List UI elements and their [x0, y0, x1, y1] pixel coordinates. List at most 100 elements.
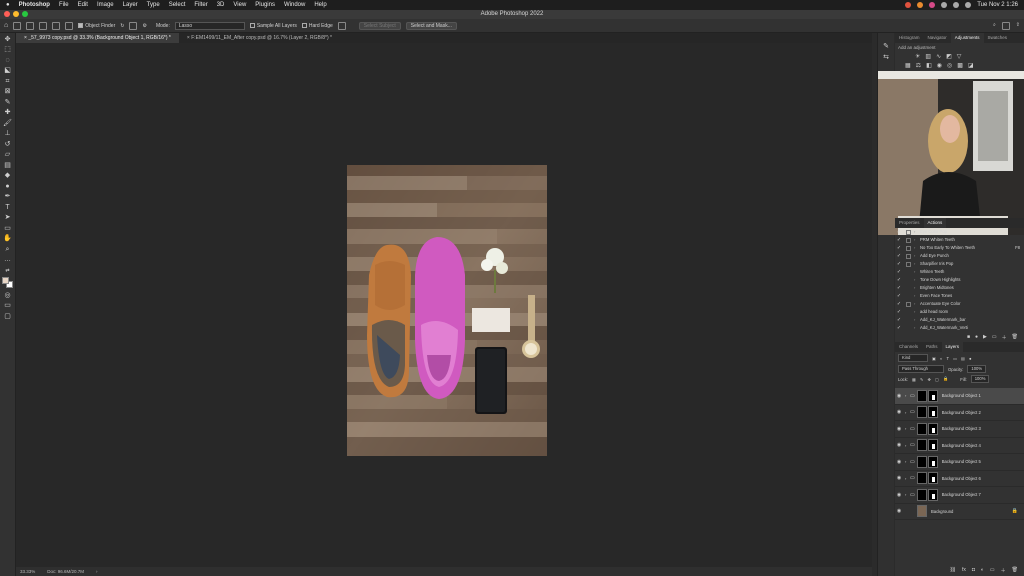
visibility-eye-icon[interactable]: ◉: [895, 393, 903, 399]
refresh-icon[interactable]: ↻: [120, 23, 124, 29]
action-item[interactable]: ✓ › Add_KJ_Watermark_Verti: [895, 324, 1024, 332]
layer-row[interactable]: ◉ › ▭ Background Object 7: [895, 487, 1024, 504]
action-item[interactable]: ✓ › PRM Whiten Teeth: [895, 236, 1024, 244]
search-icon[interactable]: ⌕: [993, 22, 996, 30]
action-enabled-check[interactable]: ✓: [895, 252, 903, 260]
tab-layers[interactable]: Layers: [941, 342, 964, 352]
layer-name[interactable]: Background Object 5: [942, 459, 981, 464]
brush-tool-icon[interactable]: 🖌: [3, 120, 13, 128]
visibility-eye-icon[interactable]: ◉: [895, 409, 903, 415]
exposure-icon[interactable]: ◩: [946, 53, 952, 60]
channel-mixer-icon[interactable]: ◎: [947, 62, 952, 69]
filter-toggle-icon[interactable]: ●: [969, 356, 972, 361]
object-selection-tool-icon[interactable]: ⬕: [3, 67, 13, 75]
status-app-icon[interactable]: [929, 2, 936, 8]
new-action-icon[interactable]: ＋: [1002, 334, 1007, 341]
clone-stamp-tool-icon[interactable]: ⊥: [3, 130, 13, 138]
layer-row[interactable]: ◉ › ▭ Background Object 4: [895, 438, 1024, 454]
menu-edit[interactable]: Edit: [78, 2, 88, 8]
visibility-eye-icon[interactable]: ◉: [895, 459, 903, 465]
blur-tool-icon[interactable]: ◆: [3, 172, 13, 180]
layer-name[interactable]: Background Object 4: [942, 443, 981, 448]
move-tool-icon[interactable]: ✥: [3, 36, 13, 44]
record-action-icon[interactable]: ●: [975, 334, 978, 341]
layer-row[interactable]: ◉ Background 🔒: [895, 504, 1024, 520]
eraser-tool-icon[interactable]: ▱: [3, 151, 13, 159]
menu-plugins[interactable]: Plugins: [255, 2, 275, 8]
pen-tool-icon[interactable]: ✒: [3, 193, 13, 201]
action-item[interactable]: ✓ › Add_KJ_Watermark_bar: [895, 316, 1024, 324]
filter-shape-icon[interactable]: ▭: [953, 356, 957, 361]
layer-row[interactable]: ◉ › ▭ Background Object 3: [895, 421, 1024, 438]
pressure-icon[interactable]: [337, 21, 346, 30]
layer-name[interactable]: Background Object 2: [942, 410, 981, 415]
menu-type[interactable]: Type: [147, 2, 160, 8]
stop-action-icon[interactable]: ■: [967, 334, 970, 341]
visibility-eye-icon[interactable]: ◉: [895, 442, 903, 448]
action-dialog-toggle[interactable]: [906, 261, 911, 267]
visibility-eye-icon[interactable]: ◉: [895, 508, 903, 514]
action-item[interactable]: ✓ › Even Face Tones: [895, 292, 1024, 300]
layer-row[interactable]: ◉ › ▭ Background Object 6: [895, 471, 1024, 487]
tab-properties[interactable]: Properties: [895, 218, 924, 228]
menu-window[interactable]: Window: [284, 2, 305, 8]
mode-select[interactable]: Lasso: [174, 21, 245, 30]
new-group-icon[interactable]: ▭: [990, 567, 995, 574]
action-item[interactable]: ✓ › Sharpifier Iris Pop: [895, 260, 1024, 268]
action-enabled-check[interactable]: ✓: [895, 268, 903, 276]
zoom-window-button[interactable]: [22, 11, 28, 17]
history-brush-tool-icon[interactable]: ↺: [3, 141, 13, 149]
menubar-clock[interactable]: Tue Nov 2 1:26: [977, 2, 1018, 8]
select-and-mask-button[interactable]: Select and Mask...: [405, 21, 457, 30]
lock-artboard-icon[interactable]: ▢: [935, 377, 939, 382]
lock-transparent-icon[interactable]: ▦: [912, 377, 916, 382]
object-finder-checkbox[interactable]: [78, 22, 84, 28]
action-enabled-check[interactable]: ✓: [895, 324, 903, 332]
action-enabled-check[interactable]: ✓: [895, 260, 903, 268]
tab-channels[interactable]: Channels: [895, 342, 922, 352]
action-dialog-toggle[interactable]: [906, 237, 911, 243]
new-selection-icon[interactable]: [26, 21, 35, 30]
menu-app-name[interactable]: Photoshop: [19, 2, 50, 8]
action-item[interactable]: ✓ › Accentuate Eye Color: [895, 300, 1024, 308]
fill-field[interactable]: 100%: [970, 375, 990, 383]
select-subject-button[interactable]: Select Subject: [358, 21, 401, 30]
lasso-tool-icon[interactable]: ◌: [3, 57, 13, 65]
intersect-selection-icon[interactable]: [65, 21, 74, 30]
new-set-icon[interactable]: ▭: [992, 334, 997, 341]
layer-row[interactable]: ◉ › ▭ Background Object 5: [895, 454, 1024, 471]
action-item[interactable]: ✓ › Tone Down Highlights: [895, 276, 1024, 284]
action-item[interactable]: ✓ › Add Eye Punch: [895, 252, 1024, 260]
invert-icon[interactable]: ◪: [968, 62, 974, 69]
hard-edge-toggle[interactable]: Hard Edge: [301, 23, 333, 29]
search-icon[interactable]: [965, 2, 972, 8]
lock-pixels-icon[interactable]: ✎: [920, 377, 924, 382]
play-action-icon[interactable]: ▶: [983, 334, 987, 341]
lock-icon[interactable]: 🔒: [1012, 508, 1018, 514]
layer-name[interactable]: Background Object 6: [942, 476, 981, 481]
action-enabled-check[interactable]: ✓: [895, 236, 903, 244]
status-app-icon[interactable]: [917, 2, 924, 8]
new-adjustment-layer-icon[interactable]: ◐: [981, 567, 984, 574]
action-item[interactable]: ✓ › Brighten Midtones: [895, 284, 1024, 292]
brightness-icon[interactable]: ☀: [915, 53, 920, 60]
edit-toolbar-icon[interactable]: ▢: [3, 313, 13, 321]
document-size[interactable]: Doc: 96.6M/20.7M: [47, 567, 84, 576]
action-enabled-check[interactable]: ✓: [895, 292, 903, 300]
menu-file[interactable]: File: [59, 2, 69, 8]
menu-help[interactable]: Help: [314, 2, 326, 8]
link-layers-icon[interactable]: ⛓: [950, 567, 956, 574]
marquee-tool-icon[interactable]: ⬚: [3, 46, 13, 54]
object-finder-toggle[interactable]: Object Finder: [78, 23, 115, 29]
photo-filter-icon[interactable]: ◉: [937, 62, 942, 69]
delete-layer-icon[interactable]: 🗑: [1012, 567, 1018, 574]
dodge-tool-icon[interactable]: ●: [3, 183, 13, 191]
hue-saturation-icon[interactable]: ▦: [905, 62, 911, 69]
tab-adjustments[interactable]: Adjustments: [950, 33, 984, 43]
lock-position-icon[interactable]: ✥: [928, 377, 932, 382]
color-balance-icon[interactable]: ⚖: [916, 62, 921, 69]
action-item[interactable]: ✓ › Whiten Teeth: [895, 268, 1024, 276]
swap-colors-icon[interactable]: ⇄: [3, 267, 13, 275]
action-enabled-check[interactable]: ✓: [895, 284, 903, 292]
type-tool-icon[interactable]: T: [3, 204, 13, 212]
